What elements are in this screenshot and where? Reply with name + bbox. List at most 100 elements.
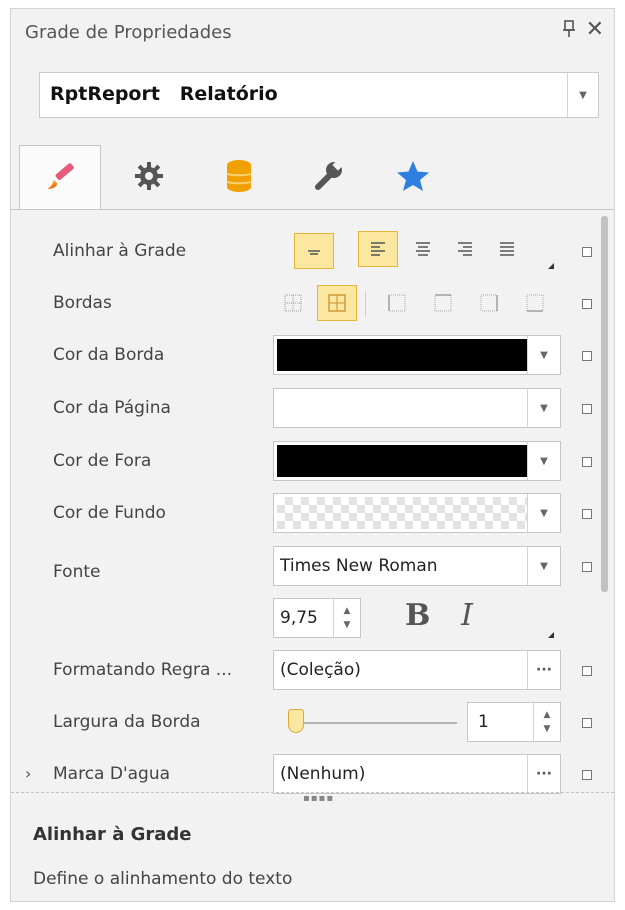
panel-title: Grade de Propriedades — [25, 22, 232, 43]
spin-icon[interactable]: ▲ ▼ — [333, 599, 360, 637]
align-vertical-center-button[interactable] — [294, 233, 334, 269]
align-left-button[interactable] — [358, 231, 398, 267]
reset-icon[interactable] — [582, 770, 592, 780]
font-label: Fonte — [53, 562, 101, 582]
tab-design[interactable] — [289, 149, 369, 207]
chevron-down-icon[interactable]: ▼ — [527, 442, 560, 480]
border-left-button[interactable] — [377, 285, 417, 321]
chevron-down-icon[interactable]: ▼ — [527, 336, 560, 374]
description-text: Define o alinhamento do texto — [33, 869, 293, 889]
align-center-button[interactable] — [403, 231, 443, 267]
chevron-down-icon[interactable]: ▼ — [527, 494, 560, 532]
border-width-value: 1 — [478, 712, 489, 732]
close-icon[interactable]: ✕ — [586, 17, 604, 42]
border-right-button[interactable] — [469, 285, 509, 321]
expand-chevron-icon[interactable]: › — [25, 764, 31, 783]
tab-favorites[interactable] — [373, 149, 453, 207]
gear-icon — [132, 159, 166, 197]
format-rule-value: (Coleção) — [280, 660, 361, 680]
property-grid: Alinhar à Grade Bordas Cor da Borda ▼ Co… — [11, 210, 614, 794]
watermark-value: (Nenhum) — [280, 764, 366, 784]
row-font-style: 9,75 ▲ ▼ B I — [11, 592, 601, 644]
ellipsis-button[interactable]: ··· — [527, 755, 560, 793]
spin-icon[interactable]: ▲ ▼ — [533, 703, 560, 741]
borders-label: Bordas — [53, 293, 112, 313]
database-icon — [224, 159, 254, 197]
format-rule-label: Formatando Regra ... — [53, 660, 233, 680]
row-format-rule: Formatando Regra ... (Coleção) ··· — [11, 644, 601, 696]
pin-icon[interactable] — [562, 20, 576, 43]
border-width-slider-track[interactable] — [289, 722, 457, 724]
row-page-color: Cor da Página ▼ — [11, 382, 601, 434]
row-back-color: Cor de Fundo ▼ — [11, 487, 601, 539]
font-family-value: Times New Roman — [280, 556, 438, 576]
watermark-field[interactable]: (Nenhum) ··· — [273, 754, 561, 794]
watermark-label: Marca D'agua — [53, 764, 171, 784]
align-right-button[interactable] — [445, 231, 485, 267]
font-size-stepper[interactable]: 9,75 ▲ ▼ — [273, 598, 361, 638]
tab-behavior[interactable] — [109, 149, 189, 207]
page-color-picker[interactable]: ▼ — [273, 388, 561, 428]
border-all-button[interactable] — [317, 285, 357, 321]
reset-icon[interactable] — [582, 404, 592, 414]
border-color-label: Cor da Borda — [53, 345, 165, 365]
object-selector[interactable]: RptReport Relatório ▼ — [39, 72, 599, 118]
chevron-down-icon[interactable]: ▼ — [527, 389, 560, 427]
border-top-button[interactable] — [423, 285, 463, 321]
bold-button[interactable]: B — [405, 598, 430, 633]
back-color-swatch — [277, 497, 527, 529]
border-bottom-button[interactable] — [515, 285, 555, 321]
format-rule-field[interactable]: (Coleção) ··· — [273, 650, 561, 690]
row-border-width: Largura da Borda 1 ▲ ▼ — [11, 696, 601, 748]
reset-icon[interactable] — [582, 457, 592, 467]
description-title: Alinhar à Grade — [33, 824, 192, 845]
properties-panel: Grade de Propriedades ✕ RptReport Relató… — [10, 8, 615, 902]
row-borders: Bordas — [11, 277, 601, 329]
page-color-swatch — [277, 392, 527, 424]
border-color-swatch — [277, 339, 527, 371]
chevron-down-icon[interactable]: ▼ — [567, 73, 598, 117]
align-justify-button[interactable] — [487, 231, 527, 267]
object-selector-value: RptReport Relatório — [50, 83, 278, 105]
outer-color-label: Cor de Fora — [53, 451, 152, 471]
border-width-label: Largura da Borda — [53, 712, 201, 732]
border-separator — [365, 291, 366, 317]
brush-icon — [42, 158, 78, 198]
align-label: Alinhar à Grade — [53, 241, 187, 261]
grip-icon[interactable]: ▪▪▪▪ — [303, 793, 334, 804]
panel-titlebar: Grade de Propriedades ✕ — [11, 9, 614, 57]
reset-icon[interactable] — [582, 718, 592, 728]
more-options-icon[interactable] — [548, 263, 554, 269]
back-color-picker[interactable]: ▼ — [273, 493, 561, 533]
wrench-icon — [312, 159, 346, 197]
row-font: Fonte Times New Roman ▼ — [11, 540, 601, 592]
scrollbar-thumb[interactable] — [601, 216, 608, 592]
reset-icon[interactable] — [582, 562, 592, 572]
italic-button[interactable]: I — [461, 598, 473, 633]
font-family-select[interactable]: Times New Roman ▼ — [273, 546, 561, 586]
property-tabs — [11, 141, 614, 210]
outer-color-swatch — [277, 445, 527, 477]
font-size-value: 9,75 — [280, 608, 318, 628]
reset-icon[interactable] — [582, 666, 592, 676]
outer-color-picker[interactable]: ▼ — [273, 441, 561, 481]
reset-icon[interactable] — [582, 299, 592, 309]
ellipsis-button[interactable]: ··· — [527, 651, 560, 689]
border-color-picker[interactable]: ▼ — [273, 335, 561, 375]
page-color-label: Cor da Página — [53, 398, 171, 418]
row-align: Alinhar à Grade — [11, 225, 601, 277]
border-width-slider-thumb[interactable] — [288, 709, 304, 733]
border-width-stepper[interactable]: 1 ▲ ▼ — [467, 702, 561, 742]
star-icon — [395, 158, 431, 198]
reset-icon[interactable] — [582, 351, 592, 361]
row-outer-color: Cor de Fora ▼ — [11, 435, 601, 487]
back-color-label: Cor de Fundo — [53, 503, 166, 523]
more-options-icon[interactable] — [548, 632, 554, 638]
tab-appearance[interactable] — [19, 145, 101, 210]
reset-icon[interactable] — [582, 509, 592, 519]
tab-data[interactable] — [199, 149, 279, 207]
description-splitter[interactable]: ▪▪▪▪ — [11, 792, 614, 804]
chevron-down-icon[interactable]: ▼ — [527, 547, 560, 585]
border-none-button[interactable] — [273, 285, 313, 321]
reset-icon[interactable] — [582, 247, 592, 257]
